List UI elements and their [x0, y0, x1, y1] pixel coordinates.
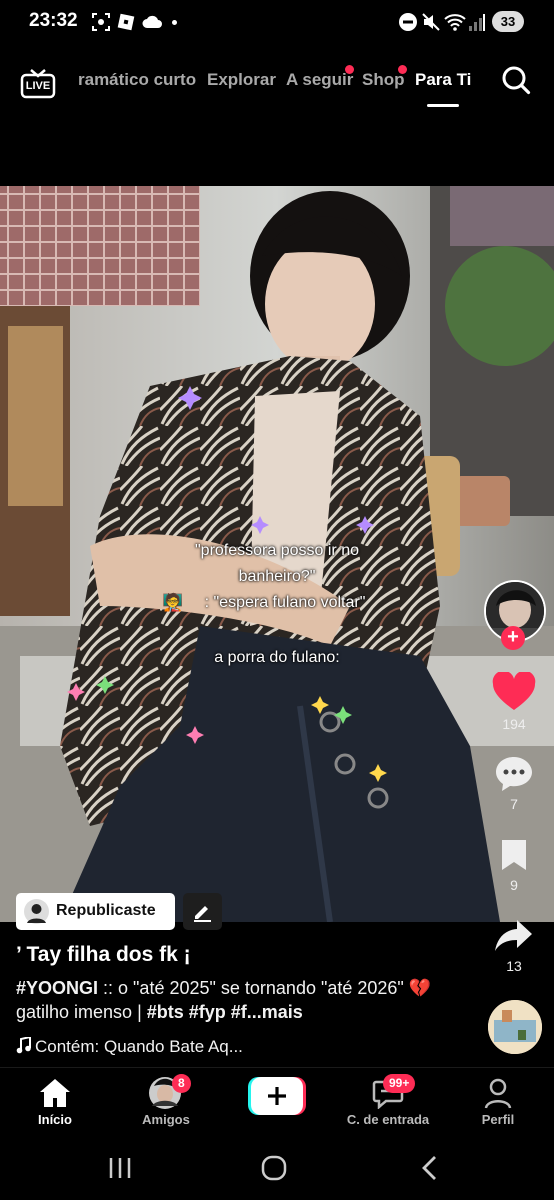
comment-icon[interactable]	[494, 755, 534, 793]
post-description[interactable]: #YOONGI :: o "até 2025" se tornando "até…	[16, 976, 456, 1024]
status-bar: 23:32 33	[0, 0, 554, 46]
tab-short-drama[interactable]: ramático curto	[78, 70, 196, 90]
creator-username[interactable]: ’ Tay filha dos fk ¡	[16, 943, 191, 967]
tab-following[interactable]: A seguir	[286, 70, 353, 90]
back-icon[interactable]	[420, 1155, 440, 1181]
music-note-icon	[16, 1035, 31, 1054]
tab-shop[interactable]: Shop	[362, 70, 405, 90]
music-disc[interactable]	[488, 1000, 542, 1054]
roblox-icon	[117, 13, 135, 31]
save-count: 9	[510, 877, 518, 893]
system-navigation-bar	[0, 1135, 554, 1200]
nav-friends[interactable]: 8 Amigos	[116, 1068, 216, 1136]
friends-badge: 8	[172, 1074, 191, 1093]
share-icon[interactable]	[494, 918, 534, 954]
screenshot-icon	[92, 13, 110, 31]
hashtag-yoongi[interactable]: #YOONGI	[16, 978, 98, 998]
do-not-disturb-icon	[399, 13, 417, 31]
nav-inbox[interactable]: 99+ C. de entrada	[338, 1068, 438, 1136]
home-circle-icon[interactable]	[261, 1155, 287, 1181]
search-icon[interactable]	[500, 64, 532, 96]
video-caption-line-2: banheiro?"	[238, 568, 316, 585]
follow-plus-button[interactable]: +	[501, 626, 525, 650]
edit-repost-button[interactable]	[183, 893, 222, 930]
repost-chip[interactable]: Republicaste	[16, 893, 175, 930]
notification-dot-icon	[172, 20, 177, 25]
create-button[interactable]	[248, 1077, 306, 1115]
profile-icon	[484, 1078, 512, 1109]
description-text-1: :: o "até 2025" se tornando "até 2026"	[98, 978, 409, 998]
tab-explore[interactable]: Explorar	[207, 70, 276, 90]
nav-home-label: Início	[38, 1112, 72, 1127]
like-count: 194	[502, 716, 526, 732]
nav-inbox-label: C. de entrada	[346, 1112, 430, 1127]
music-title: Contém: Quando Bate Aq...	[35, 1037, 243, 1056]
nav-profile-label: Perfil	[481, 1112, 515, 1127]
wifi-icon	[444, 14, 466, 31]
video-caption-line-4: a porra do fulano:	[214, 649, 340, 666]
repost-label: Republicaste	[56, 902, 156, 919]
description-text-2: gatilho imenso |	[16, 1002, 147, 1022]
bookmark-icon[interactable]	[499, 838, 529, 872]
reposter-avatar	[24, 899, 49, 924]
music-cover-icon	[488, 1000, 542, 1054]
shop-notification-dot	[398, 65, 407, 74]
video-caption-line-1: "professora posso ir no	[195, 542, 359, 559]
active-tab-indicator	[427, 104, 459, 107]
pencil-icon	[194, 906, 211, 922]
mute-icon	[422, 13, 440, 31]
tab-for-you[interactable]: Para Ti	[415, 70, 471, 90]
clock: 23:32	[29, 10, 78, 31]
signal-icon	[469, 14, 485, 31]
nav-home[interactable]: Início	[5, 1068, 105, 1136]
share-count: 13	[506, 958, 522, 974]
heart-icon[interactable]	[492, 672, 536, 712]
see-more-link[interactable]: ...mais	[247, 1002, 303, 1022]
broken-heart-emoji-icon: 💔	[408, 978, 432, 998]
nav-profile[interactable]: Perfil	[448, 1068, 548, 1136]
recent-apps-icon[interactable]	[107, 1156, 133, 1180]
inbox-badge: 99+	[383, 1074, 416, 1093]
video-player[interactable]: "professora posso ir no banheiro?" 🧑‍🏫 :…	[0, 186, 554, 922]
video-caption-line-3: : "espera fulano voltar"	[204, 594, 366, 611]
home-icon	[40, 1079, 70, 1107]
description-hashtags[interactable]: #bts #fyp #f	[147, 1002, 247, 1022]
comment-count: 7	[510, 796, 518, 812]
following-notification-dot	[345, 65, 354, 74]
top-navigation: LIVE ramático curto Explorar A seguir Sh…	[0, 58, 554, 108]
bottom-navigation: Início 8 Amigos 99+ C. de entrada Perfil	[0, 1067, 554, 1136]
music-info[interactable]: Contém: Quando Bate Aq...	[16, 1035, 243, 1057]
plus-icon	[268, 1087, 286, 1105]
live-button[interactable]: LIVE	[20, 64, 56, 100]
cloud-icon	[142, 15, 162, 28]
nav-friends-label: Amigos	[142, 1112, 190, 1127]
battery-indicator: 33	[492, 11, 524, 32]
live-label: LIVE	[25, 80, 51, 92]
